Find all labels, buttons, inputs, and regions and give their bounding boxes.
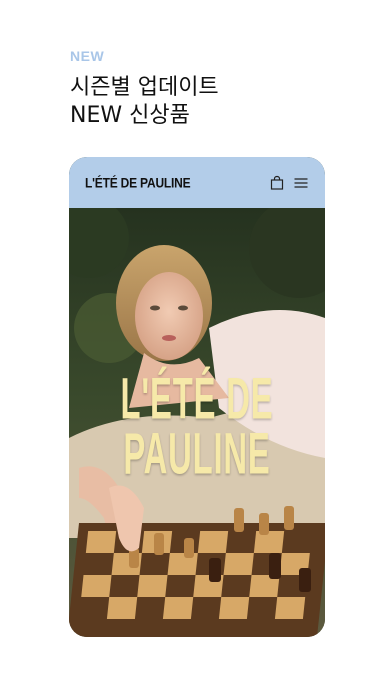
promo-headline: 시즌별 업데이트 NEW 신상품 <box>70 74 219 130</box>
phone-mockup: L'ÉTÉ DE PAULINE L'ÉTÉ DE PAULINE <box>69 157 325 637</box>
headline-line-2: NEW 신상품 <box>70 103 190 128</box>
promo-tag: NEW <box>70 48 105 64</box>
brand-logo[interactable]: L'ÉTÉ DE PAULINE <box>85 174 191 190</box>
shopping-bag-icon[interactable] <box>269 175 285 191</box>
header-actions <box>269 175 309 191</box>
hero-banner[interactable]: L'ÉTÉ DE PAULINE <box>69 208 325 637</box>
headline-line-1: 시즌별 업데이트 <box>70 75 219 100</box>
app-header: L'ÉTÉ DE PAULINE <box>69 157 325 208</box>
hero-title-line-2: PAULINE <box>123 422 271 487</box>
menu-icon[interactable] <box>293 175 309 191</box>
